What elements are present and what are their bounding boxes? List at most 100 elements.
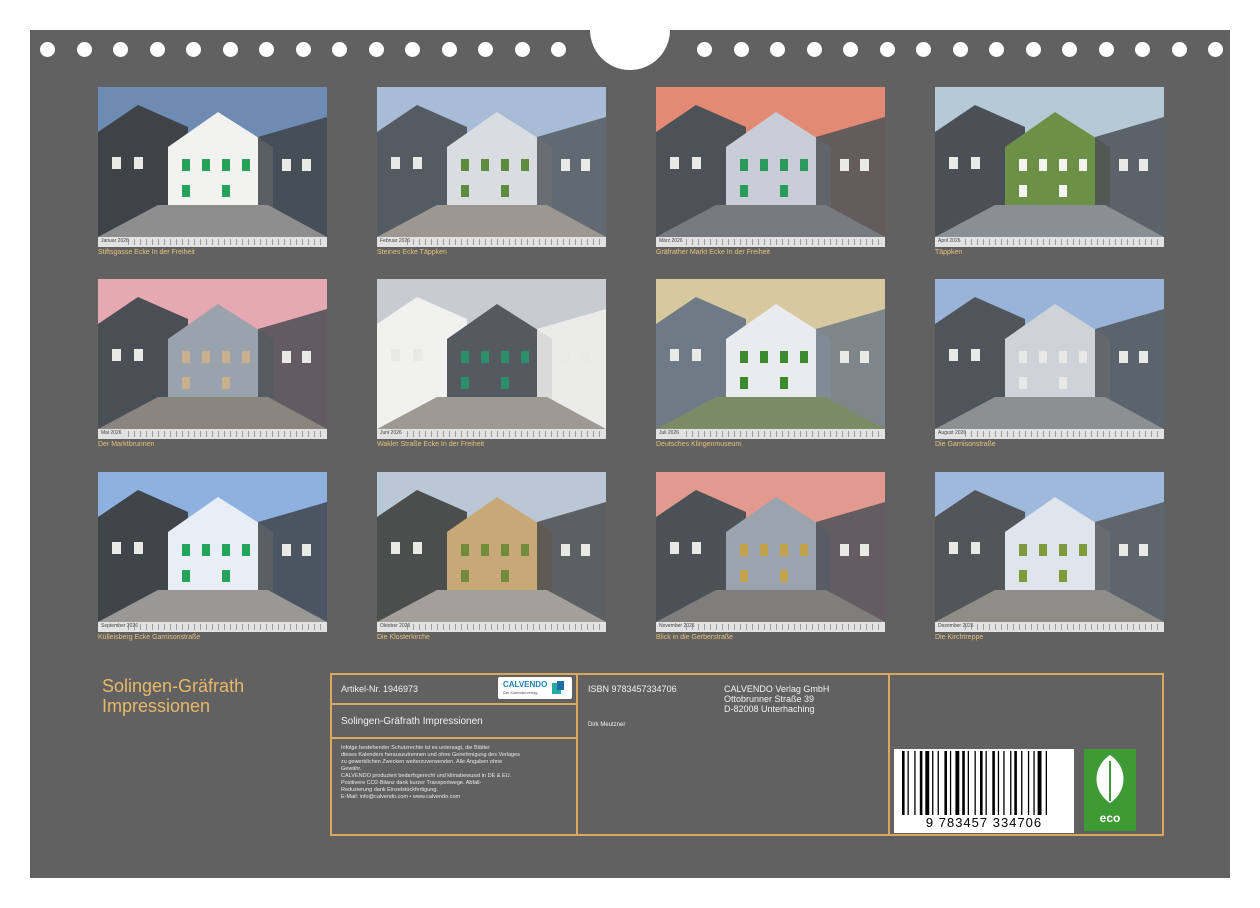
barcode-number: 9 783457 334706 [925, 815, 1043, 830]
month-cell: März 2026 Gräfrather Markt Ecke In der Fr… [656, 87, 885, 259]
date-strip: Februar 2026 [377, 237, 606, 247]
publisher-line: CALVENDO Verlag GmbH [724, 684, 830, 694]
photo-caption: Gräfrather Markt Ecke In der Freiheit [656, 249, 770, 256]
date-strip: September 2026 [98, 622, 327, 632]
binding-hole [770, 42, 785, 57]
binding-hole [1171, 42, 1187, 57]
barcode-bars [902, 751, 1047, 815]
month-label: Juli 2026 [659, 430, 680, 436]
month-cell: Oktober 2026 Die Klosterkirche [377, 472, 606, 644]
eco-badge: eco [1084, 749, 1136, 831]
date-strip: März 2026 [656, 237, 885, 247]
date-strip: Dezember 2026 [935, 622, 1164, 632]
legal-line: Reduzierung dank Einzelstückfertigung. [341, 787, 438, 793]
photo-caption: Täppken [935, 249, 963, 256]
month-label: April 2026 [938, 238, 961, 244]
binding-hole [295, 42, 311, 57]
info-box: Artikel-Nr. 1946973 CALVENDO Der Kalende… [330, 673, 1164, 836]
month-photo [377, 279, 606, 429]
author-name: Dirk Meutzner [588, 722, 626, 728]
binding-hole [697, 42, 712, 57]
publisher-line: Ottobrunner Straße 39 [724, 694, 815, 704]
calendar-title: Solingen-Gräfrath Impressionen [102, 676, 244, 716]
binding-hole [1025, 42, 1041, 57]
month-photo [377, 87, 606, 237]
month-photo [935, 279, 1164, 429]
date-strip: August 2026 [935, 429, 1164, 439]
barcode: 9 783457 334706 [894, 749, 1074, 833]
binding-hole [733, 42, 749, 57]
binding-hole [113, 42, 128, 57]
photo-caption: Wakler Straße Ecke In der Freiheit [377, 441, 485, 448]
month-photo [98, 279, 327, 429]
publisher-line: D-82008 Unterhaching [724, 704, 815, 714]
date-strip: Mai 2026 [98, 429, 327, 439]
binding-hole [916, 42, 931, 57]
photo-caption: Stiftsgasse Ecke In der Freiheit [98, 249, 195, 256]
month-label: Januar 2026 [101, 238, 129, 244]
month-photo [98, 472, 327, 622]
binding-hole [368, 42, 384, 57]
month-label: Februar 2026 [380, 238, 411, 244]
binding-hole [1098, 42, 1114, 57]
binding-hole [843, 42, 858, 57]
date-strip: November 2026 [656, 622, 885, 632]
date-strip: Januar 2026 [98, 237, 327, 247]
binding-hole [879, 42, 895, 57]
photo-caption: Die Klosterkirche [377, 634, 430, 641]
calendar-subtitle: Solingen-Gräfrath Impressionen [341, 716, 483, 727]
photo-caption: Deutsches Klingenmuseum [656, 441, 742, 448]
legal-line: zu gewerblichen Zwecken weiterzuverwende… [341, 759, 503, 765]
month-photo [377, 472, 606, 622]
photo-caption: Blick in die Gerberstraße [656, 634, 734, 641]
date-strip: Juni 2026 [377, 429, 606, 439]
leaf-icon [1096, 755, 1124, 803]
month-cell: Februar 2026 Steines Ecke Täppken [377, 87, 606, 259]
binding-hole [259, 42, 274, 57]
photo-caption: Die Garnisonstraße [935, 441, 996, 448]
month-photo [98, 87, 327, 237]
binding-hole [441, 42, 457, 57]
photo-caption: Steines Ecke Täppken [377, 249, 447, 256]
legal-line: Positivere CO2-Bilanz dank kurzer Transp… [341, 780, 482, 786]
legal-line: Gewähr. [341, 766, 362, 772]
binding-hole [405, 42, 420, 57]
legal-line: Infolge bestehender Schutzrechte ist es … [341, 745, 490, 751]
legal-line: E-Mail: info@calvendo.com • www.calvendo… [341, 794, 461, 800]
date-strip: Juli 2026 [656, 429, 885, 439]
binding-hole [76, 42, 92, 57]
binding-hole [806, 42, 822, 57]
month-photo [935, 472, 1164, 622]
calendar-back-sheet: Januar 2026 Stiftsgasse Ecke In der Freih… [30, 10, 1230, 878]
calvendo-logo: CALVENDO Der Kalenderverlag [498, 677, 572, 699]
month-cell: Mai 2026 Der Marktbrunnen [98, 279, 327, 451]
binding-hole [478, 42, 493, 57]
photo-caption: Külleisberg Ecke Garnisonstraße [98, 634, 201, 641]
month-photo [656, 279, 885, 429]
legal-line: dieses Kalenders herauszutrennen und ohn… [341, 752, 520, 758]
month-photo [935, 87, 1164, 237]
month-cell: Juli 2026 Deutsches Klingenmuseum [656, 279, 885, 451]
binding-hole [149, 42, 165, 57]
legal-text: Infolge bestehender Schutzrechte ist es … [341, 745, 576, 801]
month-label: Juni 2026 [380, 430, 402, 436]
publisher-address: CALVENDO Verlag GmbH Ottobrunner Straße 3… [724, 684, 829, 714]
title-line-2: Impressionen [102, 696, 211, 716]
binding-hole [514, 42, 530, 57]
isbn: ISBN 9783457334706 [588, 684, 677, 694]
month-label: März 2026 [659, 238, 683, 244]
legal-line: CALVENDO produziert bedarfsgerecht und k… [341, 773, 512, 779]
month-cell: November 2026 Blick in die Gerberstraße [656, 472, 885, 644]
month-cell: April 2026 Täppken [935, 87, 1164, 259]
hanger-notch [590, 10, 670, 70]
month-label: Mai 2026 [101, 430, 122, 436]
binding-hole [952, 42, 968, 57]
month-cell: September 2026 Külleisberg Ecke Garnisons… [98, 472, 327, 644]
binding-hole [989, 42, 1004, 57]
article-number: Artikel-Nr. 1946973 [341, 684, 419, 694]
month-photo [656, 87, 885, 237]
date-strip: Oktober 2026 [377, 622, 606, 632]
binding-hole [551, 42, 566, 57]
binding-hole [1135, 42, 1150, 57]
month-cell: August 2026 Die Garnisonstraße [935, 279, 1164, 451]
